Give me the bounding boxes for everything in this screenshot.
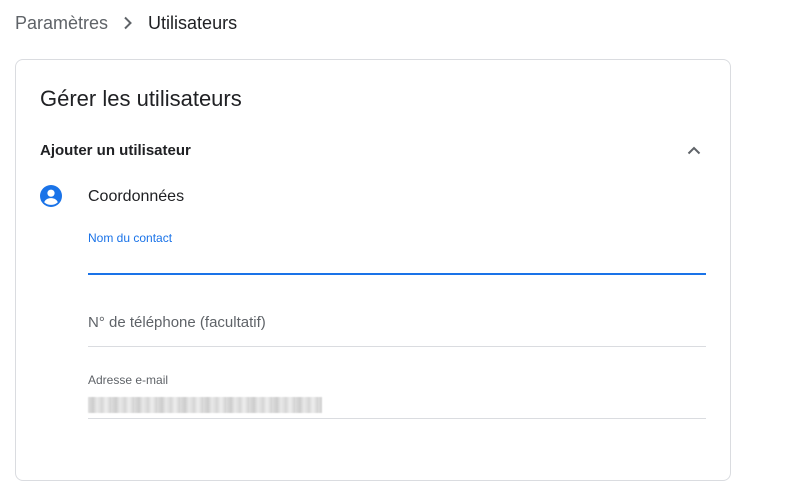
- contact-name-underline: [88, 273, 706, 275]
- contact-name-label: Nom du contact: [88, 231, 173, 245]
- breadcrumb: Paramètres Utilisateurs: [15, 12, 237, 34]
- chevron-right-icon: [108, 16, 148, 30]
- add-user-section-title: Ajouter un utilisateur: [40, 141, 191, 159]
- contact-details-title: Coordonnées: [88, 188, 185, 205]
- email-label: Adresse e-mail: [88, 373, 169, 387]
- phone-field: [88, 300, 706, 347]
- chevron-up-icon[interactable]: [682, 138, 706, 162]
- breadcrumb-parent-link[interactable]: Paramètres: [15, 13, 108, 34]
- card-title: Gérer les utilisateurs: [40, 86, 242, 111]
- phone-input[interactable]: [88, 311, 706, 333]
- contact-name-field: Nom du contact: [88, 228, 706, 275]
- account-circle-icon: [40, 185, 62, 207]
- phone-underline: [88, 346, 706, 347]
- email-value-redacted: [88, 397, 322, 413]
- add-user-section-header[interactable]: Ajouter un utilisateur: [40, 138, 706, 162]
- email-underline: [88, 418, 706, 419]
- contact-name-input[interactable]: [88, 251, 706, 273]
- email-field[interactable]: Adresse e-mail: [88, 370, 706, 419]
- breadcrumb-current: Utilisateurs: [148, 12, 238, 33]
- manage-users-card: Gérer les utilisateurs Ajouter un utilis…: [15, 59, 731, 481]
